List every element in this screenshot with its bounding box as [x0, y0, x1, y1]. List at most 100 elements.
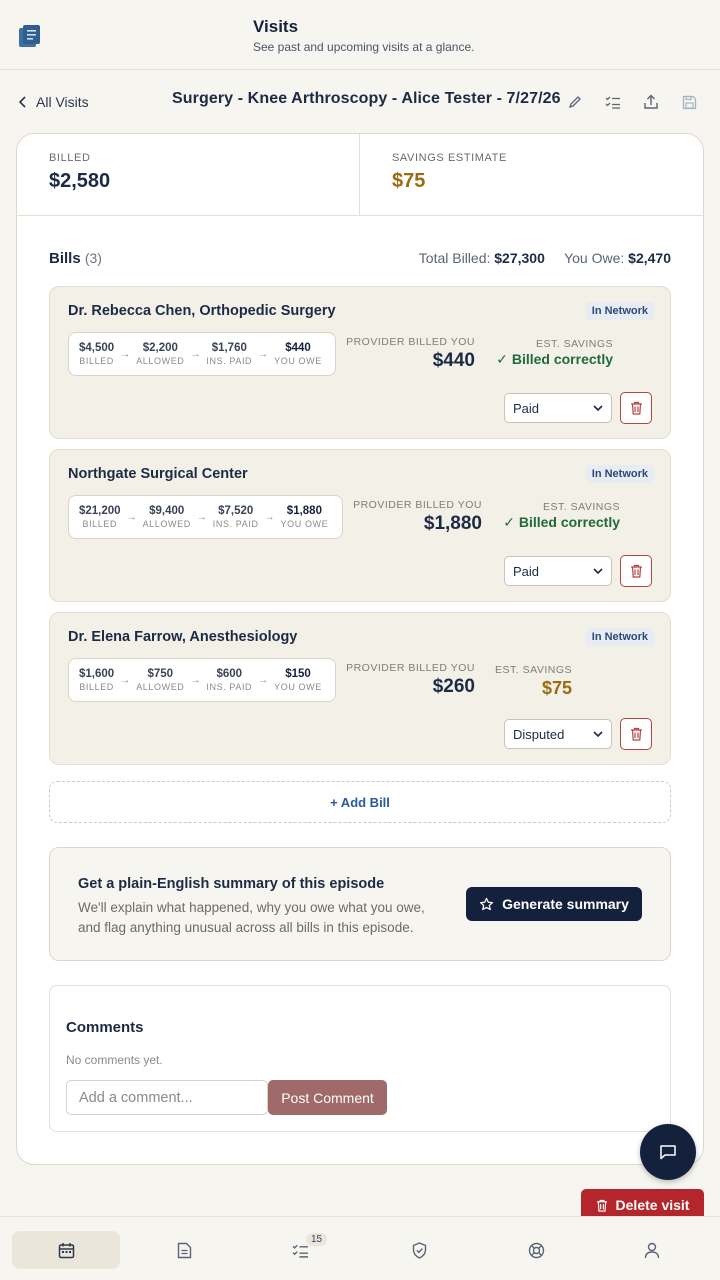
- edit-button[interactable]: [564, 91, 586, 113]
- arrow-right-icon: →: [190, 674, 201, 686]
- chevron-left-icon: [18, 96, 26, 108]
- nav-visits[interactable]: [12, 1231, 120, 1269]
- arrow-right-icon: →: [258, 348, 269, 360]
- flow-ins-paid-label: INS. PAID: [206, 682, 253, 692]
- you-owe-value: $2,470: [628, 250, 671, 266]
- arrow-right-icon: →: [126, 511, 137, 523]
- flow-allowed: $9,400 ALLOWED: [143, 505, 191, 529]
- bottom-nav: 15: [0, 1216, 720, 1280]
- bill-status-select[interactable]: Disputed: [504, 719, 612, 749]
- flow-ins-paid: $1,760 INS. PAID: [206, 342, 252, 366]
- bill-card: Dr. Elena Farrow, Anesthesiology In Netw…: [49, 612, 671, 765]
- bill-provider-name: Northgate Surgical Center: [68, 466, 248, 482]
- provider-billed: PROVIDER BILLED YOU $440: [346, 336, 475, 372]
- payment-flow: $21,200 BILLED → $9,400 ALLOWED → $7,520 IN…: [68, 495, 343, 539]
- flow-ins-paid-label: INS. PAID: [212, 519, 259, 529]
- flow-you-owe: $440 YOU OWE: [274, 342, 322, 366]
- flow-billed: $4,500 BILLED: [79, 342, 114, 366]
- flow-allowed-amount: $9,400: [149, 505, 185, 517]
- post-comment-button[interactable]: Post Comment: [268, 1080, 387, 1115]
- nav-profile[interactable]: [598, 1231, 706, 1269]
- generate-summary-button[interactable]: Generate summary: [466, 887, 642, 921]
- flow-you-owe-label: YOU OWE: [280, 519, 329, 529]
- checklist-icon: [605, 96, 620, 109]
- calendar-icon: [58, 1242, 74, 1258]
- bills-header: Bills (3) Total Billed: $27,300 You Owe:…: [49, 250, 671, 267]
- bills-title: Bills (3): [49, 250, 102, 267]
- back-link[interactable]: All Visits: [18, 92, 89, 112]
- document-stack-icon[interactable]: [18, 24, 42, 48]
- add-bill-button[interactable]: + Add Bill: [49, 781, 671, 823]
- flow-billed-amount: $21,200: [79, 505, 121, 517]
- bill-card: Dr. Rebecca Chen, Orthopedic Surgery In …: [49, 286, 671, 439]
- arrow-right-icon: →: [120, 348, 131, 360]
- chevron-down-icon: [593, 731, 603, 738]
- flow-allowed: $2,200 ALLOWED: [136, 342, 184, 366]
- nav-documents[interactable]: [130, 1231, 238, 1269]
- chevron-down-icon: [593, 568, 603, 575]
- est-savings: EST. SAVINGS ✓ Billed correctly: [503, 501, 620, 531]
- provider-billed-value: $440: [432, 350, 475, 371]
- summary-title: Get a plain-English summary of this epis…: [78, 876, 385, 892]
- trash-icon: [630, 564, 642, 578]
- savings-stat: SAVINGS ESTIMATE $75: [360, 134, 703, 216]
- trash-icon: [630, 727, 642, 741]
- flow-allowed-amount: $2,200: [142, 342, 178, 354]
- page-title: Visits: [253, 17, 299, 36]
- provider-billed-label: PROVIDER BILLED YOU: [346, 662, 475, 674]
- bills-totals: Total Billed: $27,300 You Owe: $2,470: [419, 250, 671, 266]
- share-button[interactable]: [640, 91, 662, 113]
- top-bar: Visits See past and upcoming visits at a…: [0, 0, 720, 70]
- comment-input[interactable]: Add a comment...: [66, 1080, 268, 1115]
- flow-ins-paid: $600 INS. PAID: [206, 668, 252, 692]
- bill-status-select[interactable]: Paid: [504, 556, 612, 586]
- summary-panel: Get a plain-English summary of this epis…: [49, 847, 671, 961]
- flow-billed: $1,600 BILLED: [79, 668, 114, 692]
- comments-title: Comments: [66, 1019, 144, 1036]
- flow-you-owe: $1,880 YOU OWE: [281, 505, 329, 529]
- provider-billed: PROVIDER BILLED YOU $260: [346, 662, 475, 698]
- checklist-icon: [292, 1244, 308, 1258]
- delete-bill-button[interactable]: [620, 718, 652, 750]
- bill-status-select[interactable]: Paid: [504, 393, 612, 423]
- page-subtitle: See past and upcoming visits at a glance…: [253, 40, 475, 54]
- edit-icon: [568, 96, 581, 109]
- save-button[interactable]: [678, 91, 700, 113]
- bills-count: (3): [84, 250, 102, 266]
- est-savings-label: EST. SAVINGS: [543, 501, 620, 513]
- nav-tasks[interactable]: 15: [246, 1231, 354, 1269]
- flow-allowed: $750 ALLOWED: [136, 668, 184, 692]
- flow-you-owe-label: YOU OWE: [274, 682, 322, 692]
- arrow-right-icon: →: [258, 674, 269, 686]
- bill-status-value: Paid: [513, 400, 540, 416]
- tasks-count-badge: 15: [306, 1233, 328, 1246]
- savings-label: SAVINGS ESTIMATE: [392, 152, 507, 164]
- arrow-right-icon: →: [196, 511, 207, 523]
- flow-billed-amount: $4,500: [79, 342, 115, 354]
- arrow-right-icon: →: [190, 348, 201, 360]
- est-savings: EST. SAVINGS ✓ Billed correctly: [496, 338, 613, 368]
- network-badge: In Network: [585, 465, 654, 483]
- bill-status-value: Disputed: [513, 726, 565, 742]
- arrow-right-icon: →: [120, 674, 131, 686]
- flow-ins-paid-amount: $7,520: [218, 505, 254, 517]
- comments-section: Comments No comments yet. Add a comment.…: [49, 985, 671, 1132]
- chat-button[interactable]: [640, 1124, 696, 1180]
- nav-insurance[interactable]: [365, 1231, 473, 1269]
- flow-billed: $21,200 BILLED: [79, 505, 121, 529]
- checklist-button[interactable]: [602, 91, 624, 113]
- payment-flow: $4,500 BILLED → $2,200 ALLOWED → $1,760 INS…: [68, 332, 336, 376]
- delete-bill-button[interactable]: [620, 555, 652, 587]
- total-billed-value: $27,300: [494, 250, 545, 266]
- trash-icon: [596, 1199, 607, 1212]
- stat-divider-bottom: [17, 215, 703, 216]
- flow-allowed-label: ALLOWED: [136, 356, 185, 366]
- bills-title-label: Bills: [49, 250, 81, 267]
- flow-ins-paid-amount: $1,760: [211, 342, 247, 354]
- delete-bill-button[interactable]: [620, 392, 652, 424]
- share-icon: [644, 94, 658, 109]
- lifebuoy-icon: [528, 1242, 544, 1258]
- document-icon: [177, 1242, 191, 1258]
- nav-help[interactable]: [482, 1231, 590, 1269]
- flow-ins-paid-label: INS. PAID: [206, 356, 253, 366]
